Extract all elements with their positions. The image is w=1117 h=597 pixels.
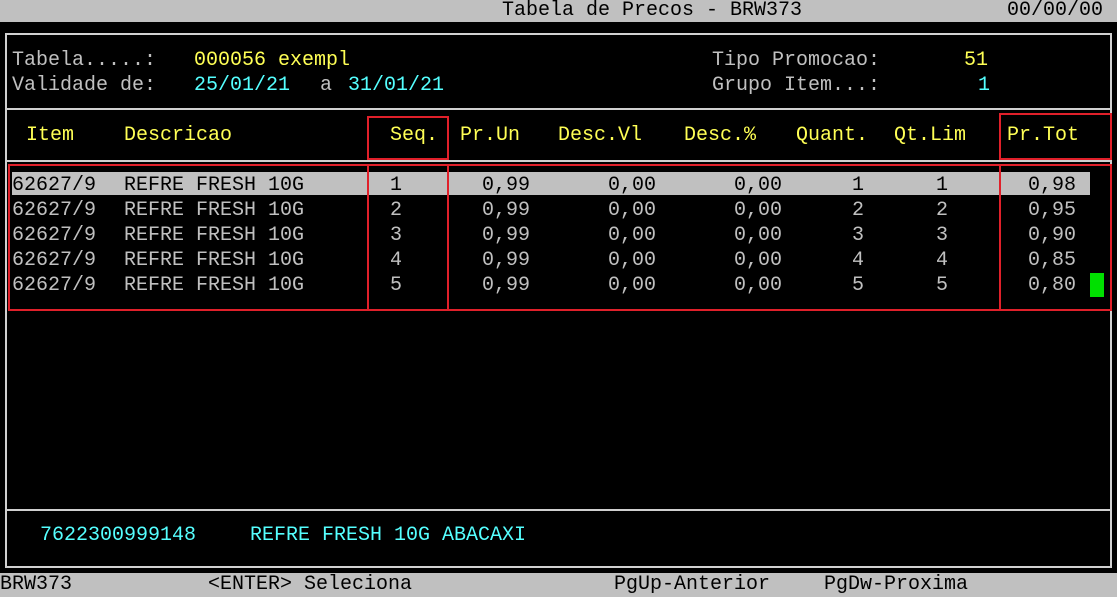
detail-divider <box>5 509 1112 511</box>
title-bar: Tabela de Precos - BRW373 00/00/00 <box>0 0 1117 22</box>
status-program: BRW373 <box>0 573 73 596</box>
header-divider <box>5 108 1112 110</box>
annotation-box-seq-header <box>367 116 449 160</box>
grupo-item-label: Grupo Item...: <box>712 74 881 97</box>
annotation-box-pr-tot-header <box>999 113 1112 160</box>
validade-separator: a <box>320 74 333 97</box>
pgup-previous-hint[interactable]: PgUp-Anterior <box>614 572 770 597</box>
annotation-box-seq-column <box>367 164 449 311</box>
column-header-desc-vl: Desc.Vl <box>558 124 643 147</box>
column-header-qt-lim: Qt.Lim <box>894 124 967 147</box>
title-date: 00/00/00 <box>1007 0 1104 22</box>
column-header-item: Item <box>26 124 75 147</box>
tipo-promocao-label: Tipo Promocao: <box>712 49 881 72</box>
detail-description: REFRE FRESH 10G ABACAXI <box>250 524 527 547</box>
validade-to: 31/01/21 <box>348 74 445 97</box>
validade-label: Validade de: <box>12 74 157 97</box>
status-bar: BRW373 <ENTER> Seleciona PgUp-Anterior P… <box>0 573 1117 597</box>
annotation-box-pr-tot-column <box>999 164 1112 311</box>
validade-from: 25/01/21 <box>194 74 291 97</box>
column-header-descricao: Descricao <box>124 124 233 147</box>
column-header-desc-pct: Desc.% <box>684 124 757 147</box>
pgdw-next-hint[interactable]: PgDw-Proxima <box>824 572 968 597</box>
column-header-pr-un: Pr.Un <box>460 124 521 147</box>
detail-ean: 7622300999148 <box>40 524 197 547</box>
tipo-promocao-value: 51 <box>964 49 989 72</box>
grupo-item-value: 1 <box>978 74 991 97</box>
window-title: Tabela de Precos - BRW373 <box>502 0 803 22</box>
columns-divider <box>5 160 1112 162</box>
tabela-label: Tabela.....: <box>12 49 157 72</box>
tabela-value: 000056 exempl <box>194 49 351 72</box>
column-header-quant: Quant. <box>796 124 869 147</box>
annotation-box-rows <box>8 164 1112 311</box>
enter-select-hint[interactable]: <ENTER> Seleciona <box>208 572 412 597</box>
